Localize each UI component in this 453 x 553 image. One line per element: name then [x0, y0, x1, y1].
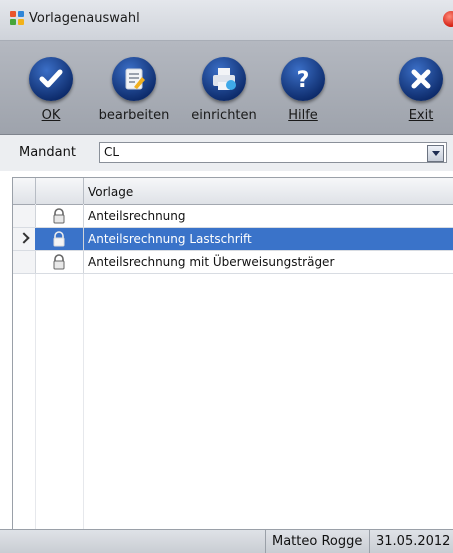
help-icon: ? — [281, 57, 325, 101]
row-name: Anteilsrechnung — [88, 209, 186, 223]
hilfe-label: Hilfe — [288, 108, 318, 123]
lock-icon — [35, 205, 84, 227]
exit-button[interactable]: Exit — [394, 41, 448, 134]
table-row[interactable]: Anteilsrechnung Lastschrift — [13, 228, 453, 251]
column-header-vorlage[interactable]: Vorlage — [88, 185, 133, 199]
ok-button[interactable]: OK — [24, 41, 78, 134]
app-grid-icon — [10, 11, 24, 25]
row-name: Anteilsrechnung Lastschrift — [88, 232, 252, 246]
chevron-down-icon[interactable] — [427, 145, 444, 162]
einrichten-button[interactable]: einrichten — [186, 41, 262, 134]
edit-document-icon — [112, 57, 156, 101]
einrichten-label: einrichten — [191, 108, 257, 123]
ok-label: OK — [41, 108, 61, 123]
status-bar: Matteo Rogge 31.05.2012 — [0, 529, 453, 553]
table-row[interactable]: Anteilsrechnung — [13, 205, 453, 228]
close-window-button[interactable] — [443, 11, 453, 27]
row-indicator-icon — [18, 232, 30, 244]
header-lock-cell — [35, 178, 84, 204]
exit-x-icon — [399, 57, 443, 101]
row-selector[interactable] — [13, 251, 36, 273]
lock-icon — [35, 251, 84, 273]
exit-label: Exit — [408, 108, 434, 123]
printer-icon — [202, 57, 246, 101]
row-selector[interactable] — [13, 205, 36, 227]
bearbeiten-button[interactable]: bearbeiten — [96, 41, 172, 134]
status-date: 31.05.2012 — [369, 530, 453, 553]
lock-icon — [35, 228, 84, 250]
mandant-row: Mandant CL — [0, 135, 453, 171]
title-bar: Vorlagenauswahl — [0, 0, 453, 41]
header-selector-cell — [13, 178, 36, 204]
status-user: Matteo Rogge — [265, 530, 370, 553]
table-row[interactable]: Anteilsrechnung mit Überweisungsträger — [13, 251, 453, 274]
check-icon — [29, 57, 73, 101]
bearbeiten-label: bearbeiten — [98, 108, 170, 123]
toolbar: OK bearbeiten einrichten ? Hilfe Exit — [0, 41, 453, 135]
svg-text:?: ? — [297, 68, 310, 93]
mandant-label: Mandant — [19, 145, 76, 160]
grid-header: Vorlage — [13, 178, 453, 205]
mandant-value: CL — [104, 145, 120, 159]
window-title: Vorlagenauswahl — [29, 11, 140, 26]
hilfe-button[interactable]: ? Hilfe — [276, 41, 330, 134]
mandant-select[interactable]: CL — [99, 142, 447, 163]
row-name: Anteilsrechnung mit Überweisungsträger — [88, 255, 335, 269]
template-grid: Vorlage Anteilsrechnung Anteilsrechnung … — [12, 177, 453, 530]
row-selector[interactable] — [13, 228, 36, 250]
